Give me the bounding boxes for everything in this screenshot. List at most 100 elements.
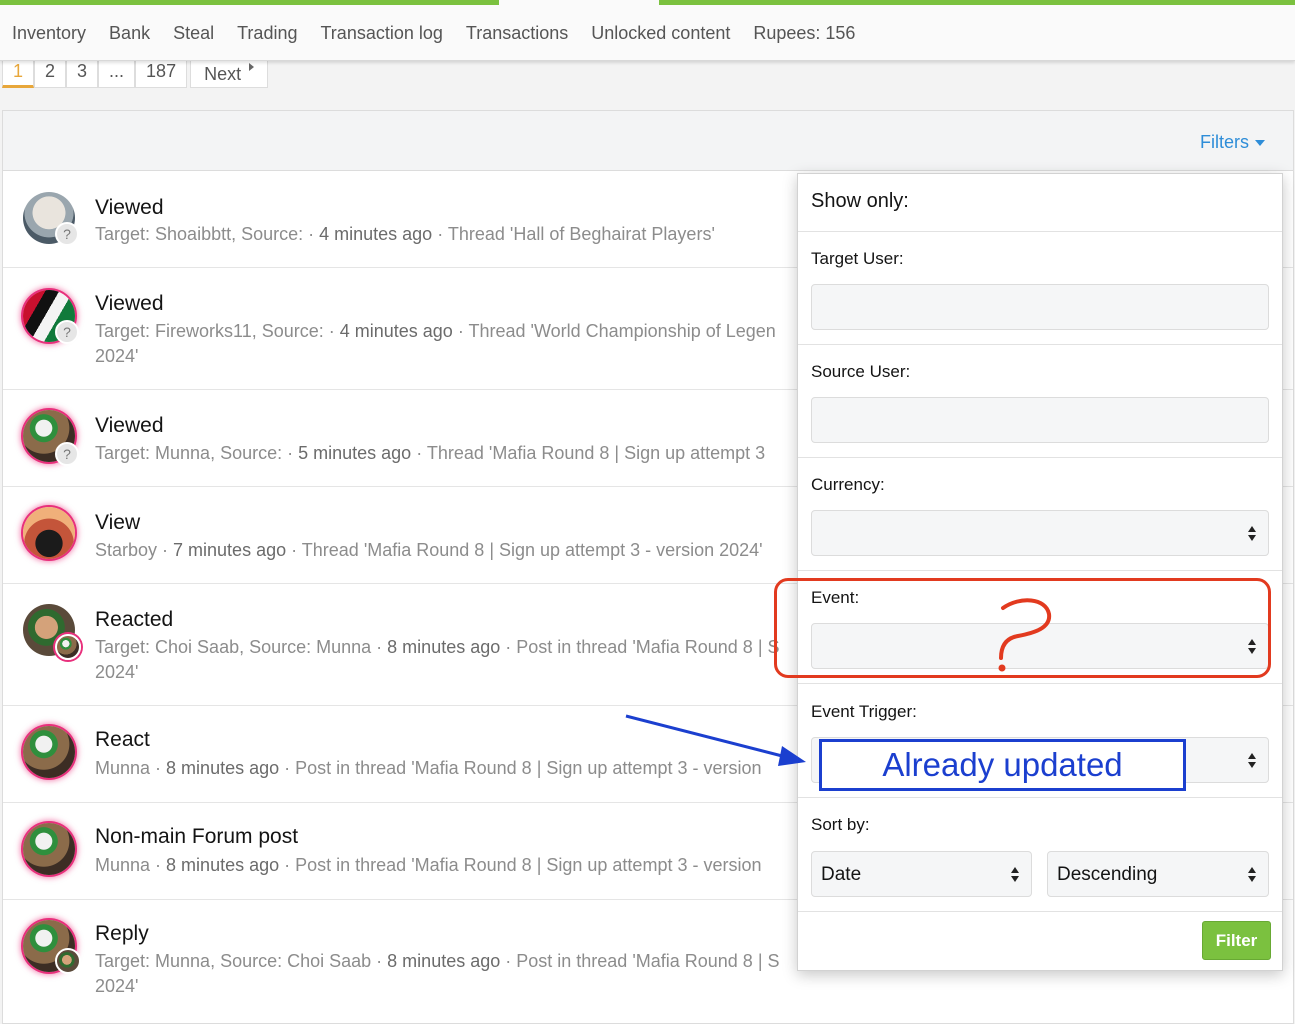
row-meta-suffix[interactable]: · Post in thread 'Mafia Round 8 | Sign u… bbox=[279, 855, 761, 875]
pagination: 1 2 3 ... 187 Next bbox=[2, 61, 269, 89]
row-title: Viewed bbox=[95, 414, 164, 437]
sort-order-value: Descending bbox=[1057, 864, 1158, 885]
row-meta-suffix[interactable]: · Thread 'Mafia Round 8 | Sign up attemp… bbox=[411, 443, 765, 463]
row-meta-suffix[interactable]: · Thread 'Mafia Round 8 | Sign up attemp… bbox=[286, 540, 762, 560]
avatar[interactable] bbox=[23, 726, 75, 778]
row-title: Non-main Forum post bbox=[95, 825, 299, 848]
unknown-user-icon: ? bbox=[55, 320, 79, 344]
row-meta: Target: Munna, Source: · 5 minutes ago ·… bbox=[95, 441, 805, 466]
row-meta: Munna · 8 minutes ago · Post in thread '… bbox=[95, 756, 805, 781]
next-page-label: Next bbox=[204, 64, 242, 84]
currency-section: Currency: bbox=[798, 458, 1282, 571]
event-trigger-label: Event Trigger: bbox=[811, 702, 917, 721]
currency-label: Currency: bbox=[811, 475, 885, 494]
row-title: View bbox=[95, 511, 141, 534]
filters-menu: Show only: Target User: Source User: Cur… bbox=[797, 173, 1283, 971]
menu-header: Show only: bbox=[798, 174, 1282, 232]
row-meta-prefix: Starboy · bbox=[95, 540, 174, 560]
row-meta-suffix[interactable]: · Thread 'Hall of Beghairat Players' bbox=[432, 224, 715, 244]
sort-section: Sort by: Date Descending bbox=[798, 798, 1282, 912]
row-time: 8 minutes ago bbox=[166, 758, 280, 778]
nav-accent-bar bbox=[0, 0, 499, 5]
row-time: 4 minutes ago bbox=[339, 321, 453, 341]
nav-accent-bar bbox=[659, 0, 1295, 5]
source-user-input[interactable] bbox=[811, 397, 1269, 443]
page-last-button[interactable]: 187 bbox=[135, 61, 188, 88]
nav-item-transaction-log[interactable]: Transaction log bbox=[320, 23, 442, 44]
row-meta-prefix: Target: Choi Saab, Source: Munna · bbox=[95, 637, 388, 657]
row-time: 7 minutes ago bbox=[173, 540, 287, 560]
target-user-label: Target User: bbox=[811, 249, 904, 268]
page-3-button[interactable]: 3 bbox=[66, 61, 99, 88]
source-user-section: Source User: bbox=[798, 345, 1282, 458]
row-title: Reply bbox=[95, 922, 149, 945]
source-user-avatar[interactable] bbox=[55, 634, 81, 660]
filters-toggle[interactable]: Filters bbox=[1200, 132, 1265, 153]
row-title: Viewed bbox=[95, 196, 164, 219]
annotation-red-box bbox=[774, 578, 1271, 678]
page-1-button[interactable]: 1 bbox=[2, 61, 34, 88]
avatar[interactable] bbox=[23, 823, 75, 875]
nav-item-inventory[interactable]: Inventory bbox=[12, 23, 86, 44]
row-meta-prefix: Munna · bbox=[95, 855, 167, 875]
annotation-text: Already updated bbox=[882, 746, 1123, 783]
target-user-section: Target User: bbox=[798, 232, 1282, 345]
row-meta-prefix: Target: Munna, Source: Choi Saab · bbox=[95, 951, 388, 971]
select-arrows-icon bbox=[1248, 525, 1258, 543]
row-meta-prefix: Target: Fireworks11, Source: · bbox=[95, 321, 340, 341]
chevron-right-icon bbox=[249, 63, 255, 71]
source-user-avatar[interactable] bbox=[55, 948, 81, 974]
select-arrows-icon bbox=[1248, 866, 1258, 884]
caret-down-icon bbox=[1255, 139, 1265, 146]
row-meta-prefix: Target: Munna, Source: · bbox=[95, 443, 299, 463]
source-user-label: Source User: bbox=[811, 362, 911, 381]
row-title: Reacted bbox=[95, 608, 174, 631]
unknown-user-icon: ? bbox=[55, 442, 79, 466]
page-2-button[interactable]: 2 bbox=[34, 61, 67, 88]
nav-item-trading[interactable]: Trading bbox=[237, 23, 297, 44]
filter-button[interactable]: Filter bbox=[1202, 921, 1271, 960]
unknown-user-icon: ? bbox=[55, 222, 79, 246]
row-meta: Starboy · 7 minutes ago · Thread 'Mafia … bbox=[95, 538, 805, 563]
row-meta: Target: Munna, Source: Choi Saab · 8 min… bbox=[95, 949, 805, 999]
select-arrows-icon bbox=[1011, 866, 1021, 884]
row-meta-prefix: Munna · bbox=[95, 758, 167, 778]
sort-order-select[interactable]: Descending bbox=[1047, 851, 1269, 897]
row-meta-prefix: Target: Shoaibbtt, Source: · bbox=[95, 224, 320, 244]
annotation-blue-box: Already updated bbox=[819, 739, 1186, 791]
row-title: React bbox=[95, 728, 150, 751]
row-meta-continued: 2024' bbox=[95, 976, 139, 996]
row-meta: Munna · 8 minutes ago · Post in thread '… bbox=[95, 853, 805, 878]
row-meta: Target: Choi Saab, Source: Munna · 8 min… bbox=[95, 635, 805, 685]
row-meta-continued: 2024' bbox=[95, 346, 139, 366]
sort-by-label: Sort by: bbox=[811, 815, 870, 834]
row-time: 4 minutes ago bbox=[319, 224, 433, 244]
row-time: 8 minutes ago bbox=[387, 951, 501, 971]
sort-field-value: Date bbox=[821, 864, 862, 885]
target-user-input[interactable] bbox=[811, 284, 1269, 330]
nav-item-steal[interactable]: Steal bbox=[173, 23, 214, 44]
select-arrows-icon bbox=[1248, 752, 1258, 770]
nav-item-transactions[interactable]: Transactions bbox=[466, 23, 568, 44]
row-meta-suffix[interactable]: · Post in thread 'Mafia Round 8 | S bbox=[500, 951, 779, 971]
nav-item-rupees[interactable]: Rupees: 156 bbox=[753, 23, 855, 44]
currency-select[interactable] bbox=[811, 510, 1269, 556]
row-meta-suffix[interactable]: · Post in thread 'Mafia Round 8 | S bbox=[500, 637, 779, 657]
row-time: 8 minutes ago bbox=[166, 855, 280, 875]
nav-item-bank[interactable]: Bank bbox=[109, 23, 150, 44]
row-meta: Target: Shoaibbtt, Source: · 4 minutes a… bbox=[95, 222, 805, 247]
avatar[interactable] bbox=[23, 507, 75, 559]
row-time: 8 minutes ago bbox=[387, 637, 501, 657]
nav-item-unlocked-content[interactable]: Unlocked content bbox=[591, 23, 730, 44]
row-title: Viewed bbox=[95, 292, 164, 315]
next-page-button[interactable]: Next bbox=[190, 61, 269, 88]
sort-field-select[interactable]: Date bbox=[811, 851, 1032, 897]
row-meta-suffix[interactable]: · Thread 'World Championship of Legen bbox=[453, 321, 776, 341]
row-meta-suffix[interactable]: · Post in thread 'Mafia Round 8 | Sign u… bbox=[279, 758, 761, 778]
block-header: Filters bbox=[3, 111, 1293, 171]
row-meta-continued: 2024' bbox=[95, 662, 139, 682]
page-ellipsis-button[interactable]: ... bbox=[98, 61, 136, 88]
top-navigation: Inventory Bank Steal Trading Transaction… bbox=[0, 0, 1295, 61]
row-time: 5 minutes ago bbox=[298, 443, 412, 463]
row-meta: Target: Fireworks11, Source: · 4 minutes… bbox=[95, 319, 805, 369]
